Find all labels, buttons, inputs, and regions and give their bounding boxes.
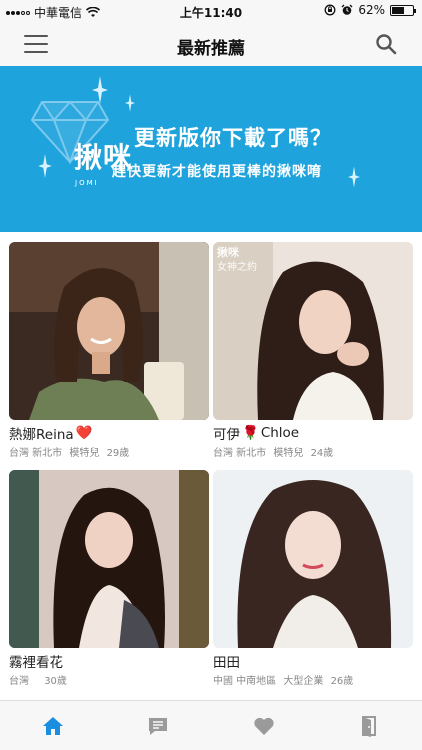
- profile-photo-image: [9, 470, 209, 648]
- profile-location: 台灣 新北市: [9, 448, 63, 459]
- profile-photo: [9, 242, 209, 420]
- tab-favorites[interactable]: [211, 701, 317, 750]
- profile-location: 台灣: [9, 676, 29, 687]
- profile-photo-image: [213, 470, 413, 648]
- photo-caption: 女神之約: [217, 262, 257, 273]
- profile-photo-image: [9, 242, 209, 420]
- profile-photo: 揪咪 女神之約: [213, 242, 413, 420]
- profile-card[interactable]: 田田 中國 中南地區 大型企業 26歲: [213, 470, 413, 687]
- sparkle-icon: [125, 94, 135, 112]
- nav-bar: 最新推薦: [0, 22, 422, 66]
- profile-age: 30歲: [44, 676, 67, 687]
- page-title: 最新推薦: [177, 39, 245, 59]
- profile-occupation: 模特兒: [69, 448, 100, 459]
- banner-logo-sub: JOMI: [75, 179, 99, 187]
- profile-card[interactable]: 熱娜Reina ❤️ 台灣 新北市 模特兒 29歲: [9, 242, 209, 459]
- status-right: 62%: [324, 3, 416, 17]
- banner-subtitle: 趕快更新才能使用更棒的揪咪唷: [112, 164, 322, 180]
- profile-occupation: 模特兒: [273, 448, 304, 459]
- profile-meta: 台灣 新北市 模特兒 29歲: [9, 444, 209, 459]
- profile-name: 熱娜Reina ❤️: [9, 423, 209, 443]
- status-bar: 中華電信 上午11:40 62%: [0, 0, 422, 22]
- menu-icon-line: [24, 43, 48, 45]
- heart-icon: [254, 717, 274, 735]
- rose-icon: 🌹: [242, 425, 259, 441]
- tab-bar: [0, 700, 422, 750]
- menu-icon-line: [24, 35, 48, 37]
- profile-card[interactable]: 霧裡看花 台灣 30歲: [9, 470, 209, 687]
- profile-photo: [213, 470, 413, 648]
- profile-name-text: 霧裡看花: [9, 655, 63, 671]
- profile-meta: 台灣 30歲: [9, 672, 209, 687]
- tab-messages[interactable]: [106, 701, 212, 750]
- sparkle-icon: [92, 76, 108, 104]
- profile-photo: [9, 470, 209, 648]
- profile-card[interactable]: 揪咪 女神之約 可伊 🌹 Chloe 台灣 新北市 模特兒 24歲: [213, 242, 413, 459]
- profile-age: 29歲: [106, 448, 130, 459]
- profile-grid: 熱娜Reina ❤️ 台灣 新北市 模特兒 29歲 揪咪 女神之約 可伊 🌹 C…: [0, 232, 422, 700]
- profile-name: 霧裡看花: [9, 651, 209, 671]
- banner-title: 更新版你下載了嗎？: [134, 126, 332, 150]
- battery-percent: 62%: [358, 3, 385, 17]
- update-banner[interactable]: 揪咪 JOMI 更新版你下載了嗎？ 趕快更新才能使用更棒的揪咪唷: [0, 66, 422, 232]
- search-icon[interactable]: [374, 32, 398, 56]
- battery-icon: [390, 4, 416, 16]
- red-heart-icon: ❤️: [75, 425, 93, 441]
- profile-name: 可伊 🌹 Chloe: [213, 423, 413, 443]
- sparkle-icon: [38, 154, 52, 178]
- menu-icon-line: [24, 51, 48, 53]
- chat-icon: [149, 717, 168, 735]
- profile-name-text: 熱娜Reina: [9, 427, 74, 443]
- profile-meta: 台灣 新北市 模特兒 24歲: [213, 444, 413, 459]
- profile-location: 台灣 新北市: [213, 448, 267, 459]
- orientation-lock-icon: [324, 4, 336, 16]
- menu-button[interactable]: [24, 33, 48, 55]
- tab-home[interactable]: [0, 701, 106, 750]
- profile-name: 田田: [213, 651, 413, 671]
- profile-age: 24歲: [310, 448, 334, 459]
- profile-name-prefix: 可伊: [213, 427, 240, 443]
- profile-age: 26歲: [330, 676, 354, 687]
- profile-location: 中國 中南地區: [213, 676, 277, 687]
- sparkle-icon: [348, 166, 360, 188]
- battery-fill: [392, 6, 405, 14]
- home-icon: [42, 716, 63, 735]
- alarm-icon: [341, 4, 353, 15]
- profile-name-text: 田田: [213, 655, 240, 671]
- tab-exit[interactable]: [317, 701, 422, 750]
- profile-meta: 中國 中南地區 大型企業 26歲: [213, 672, 413, 687]
- exit-door-icon: [362, 715, 377, 737]
- profile-name-text: Chloe: [260, 425, 300, 441]
- profile-occupation: 大型企業: [283, 676, 324, 687]
